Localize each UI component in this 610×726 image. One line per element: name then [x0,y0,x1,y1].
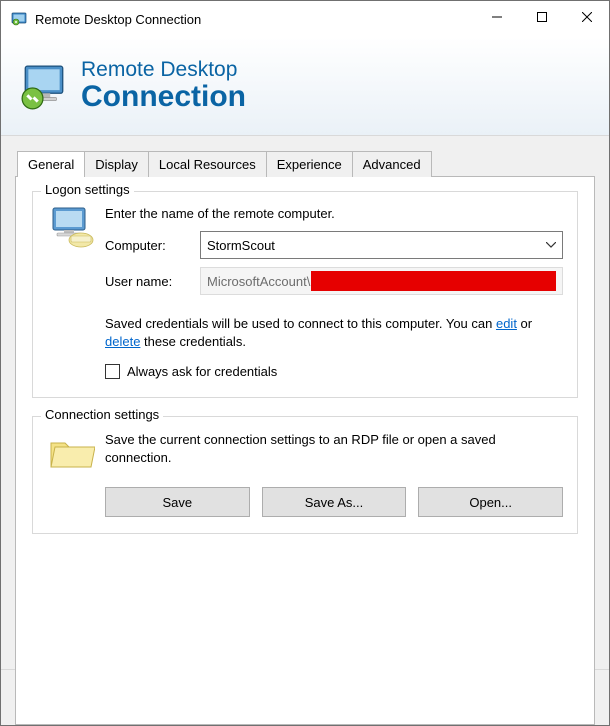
connection-desc: Save the current connection settings to … [105,431,563,466]
rdc-banner-icon [19,62,67,110]
banner-text: Remote Desktop Connection [81,59,246,113]
username-field[interactable]: MicrosoftAccount\ [200,267,563,295]
window-title: Remote Desktop Connection [35,12,201,27]
tabstrip: General Display Local Resources Experien… [17,150,595,176]
banner: Remote Desktop Connection [1,37,609,136]
always-ask-label: Always ask for credentials [127,364,277,379]
tab-general[interactable]: General [17,151,85,177]
connection-group-title: Connection settings [41,407,163,422]
connection-row: Save the current connection settings to … [47,431,563,475]
connection-buttons: Save Save As... Open... [105,487,563,517]
delete-credentials-link[interactable]: delete [105,334,140,349]
save-button[interactable]: Save [105,487,250,517]
chevron-down-icon[interactable] [540,232,562,258]
tab-local-resources[interactable]: Local Resources [148,151,267,177]
connection-settings-group: Connection settings Save the current con… [32,416,578,534]
computer-label: Computer: [105,238,200,253]
logon-settings-group: Logon settings Enter the name [32,191,578,398]
titlebar: Remote Desktop Connection [1,1,609,37]
banner-title-line1: Remote Desktop [81,59,246,81]
logon-instruction: Enter the name of the remote computer. [105,206,563,221]
always-ask-checkbox[interactable] [105,364,120,379]
tab-advanced[interactable]: Advanced [352,151,432,177]
client-area: General Display Local Resources Experien… [1,136,609,725]
computer-input[interactable] [201,232,540,258]
computer-row: Computer: [105,231,563,259]
always-ask-row[interactable]: Always ask for credentials [105,364,563,379]
computer-icon [47,206,99,250]
banner-title-line2: Connection [81,81,246,113]
tab-page-general: Logon settings Enter the name [15,176,595,725]
tab-display[interactable]: Display [84,151,149,177]
connection-body: Save the current connection settings to … [105,431,563,466]
logon-row: Enter the name of the remote computer. C… [47,206,563,303]
username-label: User name: [105,274,200,289]
tab-experience[interactable]: Experience [266,151,353,177]
maximize-button[interactable] [519,1,564,33]
minimize-button[interactable] [474,1,519,33]
open-button[interactable]: Open... [418,487,563,517]
window-controls [474,1,609,33]
username-row: User name: MicrosoftAccount\ [105,267,563,295]
saved-credentials-text: Saved credentials will be used to connec… [105,315,563,350]
rdc-window: Remote Desktop Connection [0,0,610,726]
folder-icon [47,431,99,475]
edit-credentials-link[interactable]: edit [496,316,517,331]
username-prefix: MicrosoftAccount\ [207,274,310,289]
username-redacted [311,271,556,291]
rdc-app-icon [11,11,27,27]
save-as-button[interactable]: Save As... [262,487,407,517]
logon-group-title: Logon settings [41,182,134,197]
close-button[interactable] [564,1,609,33]
logon-body: Enter the name of the remote computer. C… [105,206,563,303]
computer-combobox[interactable] [200,231,563,259]
